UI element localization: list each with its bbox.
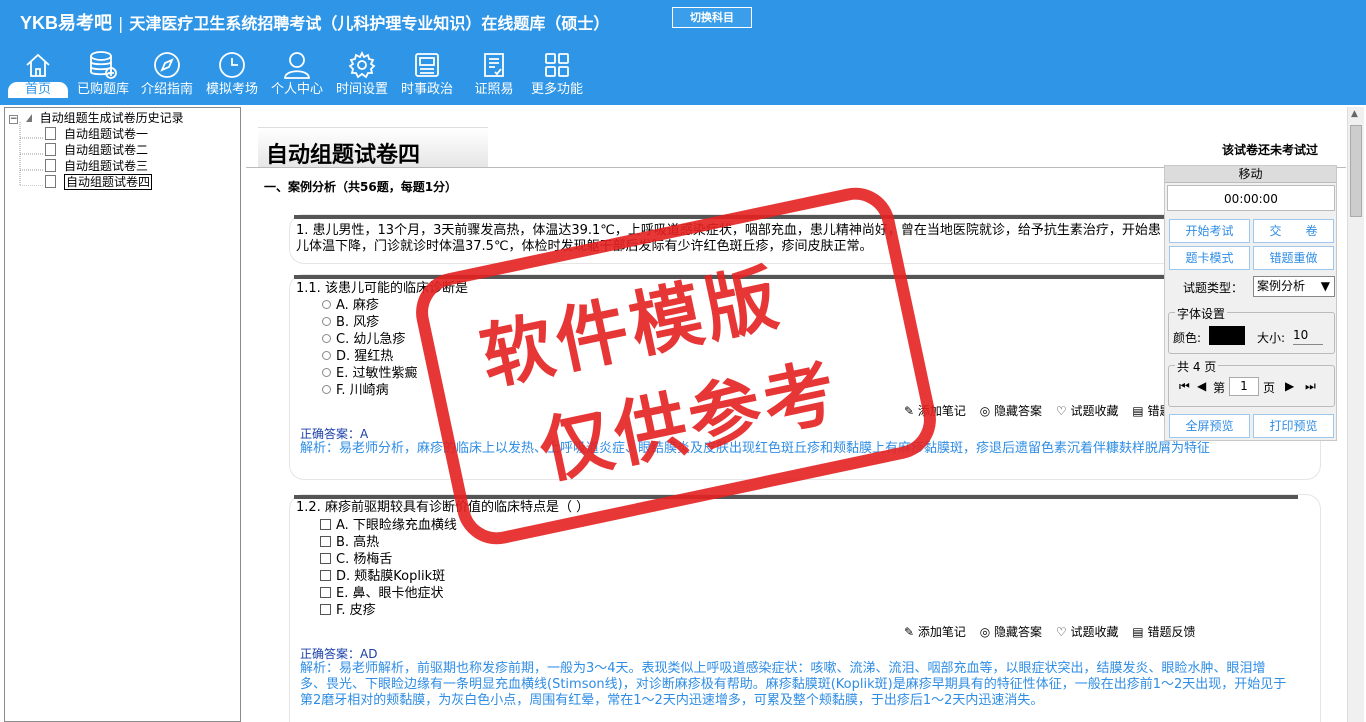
option-checkbox[interactable]: F. 皮疹 [320,602,376,619]
last-page-icon[interactable]: ⏭ [1305,379,1316,394]
option-checkbox[interactable]: B. 高热 [320,534,379,551]
database-icon [74,48,132,82]
print-preview-button[interactable]: 打印预览 [1253,414,1334,438]
card-bar [294,215,1298,219]
prev-page-icon[interactable]: ◀ [1197,379,1206,393]
history-tree-panel: − 自动组题生成试卷历史记录 自动组题试卷一 自动组题试卷二 自动组题试卷三 自… [4,107,241,722]
favorite-button[interactable]: ♡ 试题收藏 [1056,404,1119,418]
section-heading: 一、案例分析（共56题，每题1分） [264,180,458,194]
add-note-button[interactable]: ✎ 添加笔记 [904,404,966,418]
exam-timer: 00:00:00 [1167,185,1335,211]
nav-time-settings[interactable]: 时间设置 [333,48,391,104]
start-exam-button[interactable]: 开始考试 [1169,219,1250,243]
page-prefix: 第 [1213,381,1226,395]
nav-certificate[interactable]: 证照易 [465,48,523,104]
document-icon [45,159,56,172]
add-note-button[interactable]: ✎ 添加笔记 [904,625,966,639]
nav-current-affairs[interactable]: 时事政治 [398,48,456,104]
vertical-scrollbar[interactable]: ▲ [1347,107,1364,722]
hide-answer-button[interactable]: ◎ 隐藏答案 [980,625,1042,639]
collapse-toggle-icon[interactable]: − [9,115,18,124]
analysis-text: 解析：易老师解析，前驱期也称发疹前期，一般为3～4天。表现类似上呼吸道感染症状：… [300,661,1287,708]
question-card: 1.2. 麻疹前驱期较具有诊断价值的临床特点是（ ） A. 下眼睑缘充血横线 B… [290,495,1320,722]
correct-answer: 正确答案：AD [300,647,378,661]
news-icon [398,48,456,82]
card-mode-button[interactable]: 题卡模式 [1169,246,1250,270]
tree-root[interactable]: − 自动组题生成试卷历史记录 [9,110,184,126]
document-lock-icon [45,175,56,188]
option-checkbox[interactable]: D. 颊黏膜Koplik斑 [320,568,445,585]
nav-purchased[interactable]: 已购题库 [74,48,132,104]
nav-guide[interactable]: 介绍指南 [138,48,196,104]
option-radio[interactable]: B. 风疹 [322,314,379,331]
nav-home[interactable]: 首页 [8,48,68,104]
home-icon [8,48,68,82]
next-page-icon[interactable]: ▶ [1285,379,1294,393]
exam-title: 天津医疗卫生系统招聘考试（儿科护理专业知识）在线题库（硕士） [129,14,610,33]
favorite-button[interactable]: ♡ 试题收藏 [1056,625,1119,639]
paper-title: 自动组题试卷四 [266,143,421,168]
option-checkbox[interactable]: C. 杨梅舌 [320,551,392,568]
card-bar [294,275,1298,279]
tree-root-label: 自动组题生成试卷历史记录 [39,111,184,125]
panel-drag-handle[interactable]: 移动 [1165,166,1336,183]
first-page-icon[interactable]: ⏮ [1179,379,1190,394]
correct-answer: 正确答案：A [300,427,369,441]
exam-control-panel: 移动 00:00:00 开始考试 交 卷 题卡模式 错题重做 试题类型： 案例分… [1164,165,1337,441]
logo: YKB易考吧 [20,13,113,33]
document-icon [45,127,56,140]
tree-item-paper-4[interactable]: 自动组题试卷四 [45,174,153,190]
tree-item-paper-2[interactable]: 自动组题试卷二 [45,142,148,158]
option-radio[interactable]: A. 麻疹 [322,297,379,314]
option-checkbox[interactable]: E. 鼻、眼卡他症状 [320,585,443,602]
question-tools: ✎ 添加笔记 ◎ 隐藏答案 ♡ 试题收藏 ▤ 错题反馈 [894,623,1195,640]
gear-icon [333,48,391,82]
tree-item-paper-1[interactable]: 自动组题试卷一 [45,126,148,142]
option-radio[interactable]: E. 过敏性紫癜 [322,365,417,382]
nav-profile[interactable]: 个人中心 [268,48,326,104]
scroll-thumb[interactable] [1350,125,1362,217]
exam-status: 该试卷还未考试过 [1222,143,1319,157]
top-bar: YKB易考吧 | 天津医疗卫生系统招聘考试（儿科护理专业知识）在线题库（硕士） 切换… [0,0,1366,105]
analysis-text: 解析：易老师分析，麻疹的临床上以发热、上呼吸道炎症、眼结膜炎及皮肤出现红色斑丘疹… [300,441,1211,456]
hide-answer-button[interactable]: ◎ 隐藏答案 [980,404,1042,418]
tree-item-paper-3[interactable]: 自动组题试卷三 [45,158,148,174]
brand-title: YKB易考吧 | 天津医疗卫生系统招聘考试（儿科护理专业知识）在线题库（硕士） [20,13,610,33]
type-label: 试题类型： [1183,281,1244,295]
fullscreen-preview-button[interactable]: 全屏预览 [1169,414,1250,438]
wrong-redo-button[interactable]: 错题重做 [1253,246,1334,270]
feedback-button[interactable]: ▤ 错题反馈 [1132,625,1195,639]
certificate-icon [465,48,523,82]
nav-more[interactable]: 更多功能 [528,48,586,104]
page-number-input[interactable]: 1 [1229,377,1259,396]
question-tools: ✎ 添加笔记 ◎ 隐藏答案 ♡ 试题收藏 ▤ 错题反馈 [894,402,1195,419]
option-checkbox[interactable]: A. 下眼睑缘充血横线 [320,517,457,534]
size-label: 大小: [1257,331,1286,345]
font-size-input[interactable]: 10 [1293,326,1323,345]
option-radio[interactable]: F. 川崎病 [322,382,389,399]
question-stem: 1.2. 麻疹前驱期较具有诊断价值的临床特点是（ ） [296,500,590,515]
case-stem: 1. 患儿男性，13个月，3天前骤发高热，体温达39.1℃，上呼吸道感染症状，咽… [296,223,1161,254]
nav-mock-exam[interactable]: 模拟考场 [203,48,261,104]
tree-connector-lines [19,122,43,186]
folder-icon [25,114,32,122]
grid-icon [528,48,586,82]
question-type-select[interactable]: 案例分析 ▼ [1253,276,1335,297]
dropdown-arrow-icon: ▼ [1320,279,1330,293]
compass-icon [138,48,196,82]
scroll-up-icon[interactable]: ▲ [1351,109,1358,119]
question-stem: 1.1. 该患儿可能的临床诊断是 [296,281,468,296]
color-picker[interactable] [1209,326,1245,345]
option-radio[interactable]: C. 幼儿急疹 [322,331,405,348]
card-bar [294,495,1298,499]
color-label: 颜色: [1173,331,1202,345]
page-suffix: 页 [1263,381,1276,395]
option-radio[interactable]: D. 猩红热 [322,348,393,365]
submit-button[interactable]: 交 卷 [1253,219,1334,243]
user-icon [268,48,326,82]
document-icon [45,143,56,156]
clock-icon [203,48,261,82]
switch-subject-button[interactable]: 切换科目 [672,7,752,28]
